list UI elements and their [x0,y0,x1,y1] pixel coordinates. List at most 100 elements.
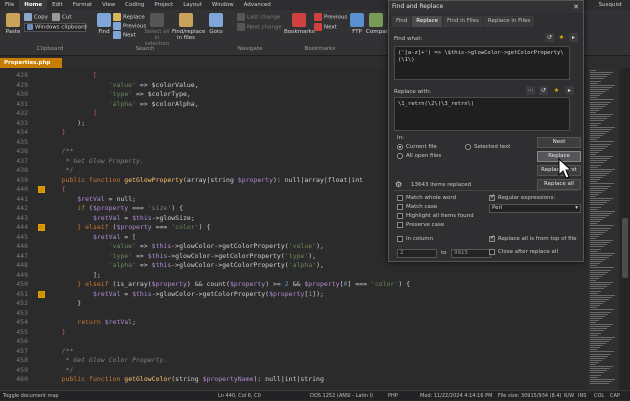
code-token: ): null|int|string [253,375,324,383]
code-token: $retVal [46,289,125,298]
match-whole-word-checkbox[interactable] [397,195,403,201]
menu-item-advanced[interactable]: Advanced [239,0,276,10]
history-icon[interactable]: ↺ [539,86,548,95]
code-line[interactable]: $retVal = $this->glowColor->getColorProp… [46,289,324,300]
minimap-line [590,246,604,248]
code-token: ), [316,242,324,250]
regex-engine-select[interactable]: Perl ▾ [489,204,581,213]
menu-item-project[interactable]: Project [149,0,178,10]
menu-item-window[interactable]: Window [207,0,239,10]
menu-item-coding[interactable]: Coding [120,0,149,10]
close-after-replace-checkbox[interactable] [489,249,495,255]
regex-builder-icon[interactable]: ⋯ [526,86,535,95]
menu-item-format[interactable]: Format [68,0,97,10]
menu-item-file[interactable]: File [0,0,19,10]
replace-all-button[interactable]: Replace all [537,179,581,190]
minimap-line [590,351,614,353]
preserve-case-checkbox[interactable] [397,222,403,228]
minimap-line [590,380,612,382]
star-icon[interactable]: ★ [557,33,566,42]
scope-all-open-radio[interactable] [397,153,403,159]
minimap-line [590,231,605,233]
minimap-line [590,280,596,281]
goto-button[interactable]: Goto [207,13,225,35]
close-icon[interactable]: ✕ [573,1,579,13]
find-previous-button[interactable]: Previous [113,22,146,30]
minimap-line [590,200,610,202]
tab-replace-in-files[interactable]: Replace in Files [483,16,535,27]
star-icon[interactable]: ★ [552,86,561,95]
file-tab-properties[interactable]: Properties.php [0,58,62,68]
expand-icon[interactable]: ▸ [565,86,574,95]
group-label-navigate: Navigate [237,46,263,52]
tab-replace[interactable]: Replace [412,16,443,27]
menu-item-edit[interactable]: Edit [47,0,68,10]
document-map[interactable] [588,68,618,390]
paste-button[interactable]: Paste [3,13,23,35]
next-change-button[interactable]: Next change [237,23,282,31]
scope-current-radio[interactable] [397,144,403,150]
minimap-line [590,76,607,78]
find-what-input[interactable]: ('[a-z]+') => \$this->glowColor->getColo… [394,46,570,80]
copy-button[interactable]: Copy [24,13,48,21]
match-whole-word-label: Match whole word [406,195,457,201]
minimap-line [590,93,603,95]
next-button[interactable]: Next [537,137,581,148]
chevron-down-icon: ▾ [575,205,578,211]
find-next-button[interactable]: Next [113,31,136,39]
regex-label: Regular expressions: [498,195,556,201]
bookmarks-button[interactable]: Bookmarks [284,13,315,35]
menu-item-home[interactable]: Home [19,0,48,10]
regex-checkbox[interactable] [489,193,495,201]
minimap-line [590,313,608,315]
in-column-checkbox[interactable] [397,236,403,242]
cut-button[interactable]: Cut [52,13,71,21]
goto-icon [209,13,223,27]
minimap-line [590,273,605,275]
menu-item-layout[interactable]: Layout [178,0,207,10]
minimap-line [590,374,601,376]
ftp-button[interactable]: FTP [350,13,364,35]
scope-current-label: Current file [406,144,437,150]
user-label[interactable]: Susquist [599,0,622,10]
minimap-line [590,112,596,113]
minimap-line [590,307,597,309]
fold-marker[interactable] [38,224,45,231]
bookmark-previous-button[interactable]: Previous [314,13,347,21]
find-replace-in-files-button[interactable]: Find/replace in files [172,13,205,41]
clipboard-select[interactable]: Windows clipboard [24,23,87,32]
history-icon[interactable]: ↺ [545,33,554,42]
gear-icon[interactable]: ⚙ [395,180,402,189]
match-case-checkbox[interactable] [397,204,403,210]
code-line[interactable]: } [46,298,81,309]
tab-find[interactable]: Find [392,16,412,27]
mouse-pointer-icon [558,158,572,179]
fold-marker[interactable] [38,186,45,193]
code-token: ): null|array|float|int [273,175,364,184]
replace-from-top-checkbox[interactable] [489,234,495,242]
select-all-in-selection-button[interactable]: Select all in selection [144,13,170,47]
expand-icon[interactable]: ▸ [569,33,578,42]
replace-button[interactable]: Replace [113,13,145,21]
bookmark-next-button[interactable]: Next [314,23,337,31]
code-line[interactable]: } [46,127,66,138]
find-button[interactable]: Find [96,13,112,35]
scope-selected-radio[interactable] [465,144,471,150]
code-line[interactable]: public function getGlowColor(string $pro… [46,374,324,385]
column-to-input[interactable]: 9915 [451,249,491,258]
column-from-input[interactable]: 2 [397,249,437,258]
highlight-all-checkbox[interactable] [397,213,403,219]
code-line[interactable]: } [46,327,66,338]
code-token: ]); [312,289,324,298]
scrollbar-thumb[interactable] [622,218,628,278]
replace-with-input[interactable]: \1_retrn(\2\)\3_retrn\) [394,97,570,131]
menu-item-view[interactable]: View [97,0,120,10]
compare-button[interactable]: Compar... [366,13,392,35]
code-token: = [ [124,232,137,241]
last-change-button[interactable]: Last change [237,13,280,21]
tab-find-in-files[interactable]: Find in Files [443,16,483,27]
line-number: 460 [16,375,28,383]
fold-marker[interactable] [38,290,45,298]
vertical-scrollbar[interactable] [620,68,630,390]
code-line[interactable]: public function getGlowProperty(array|st… [46,175,363,186]
